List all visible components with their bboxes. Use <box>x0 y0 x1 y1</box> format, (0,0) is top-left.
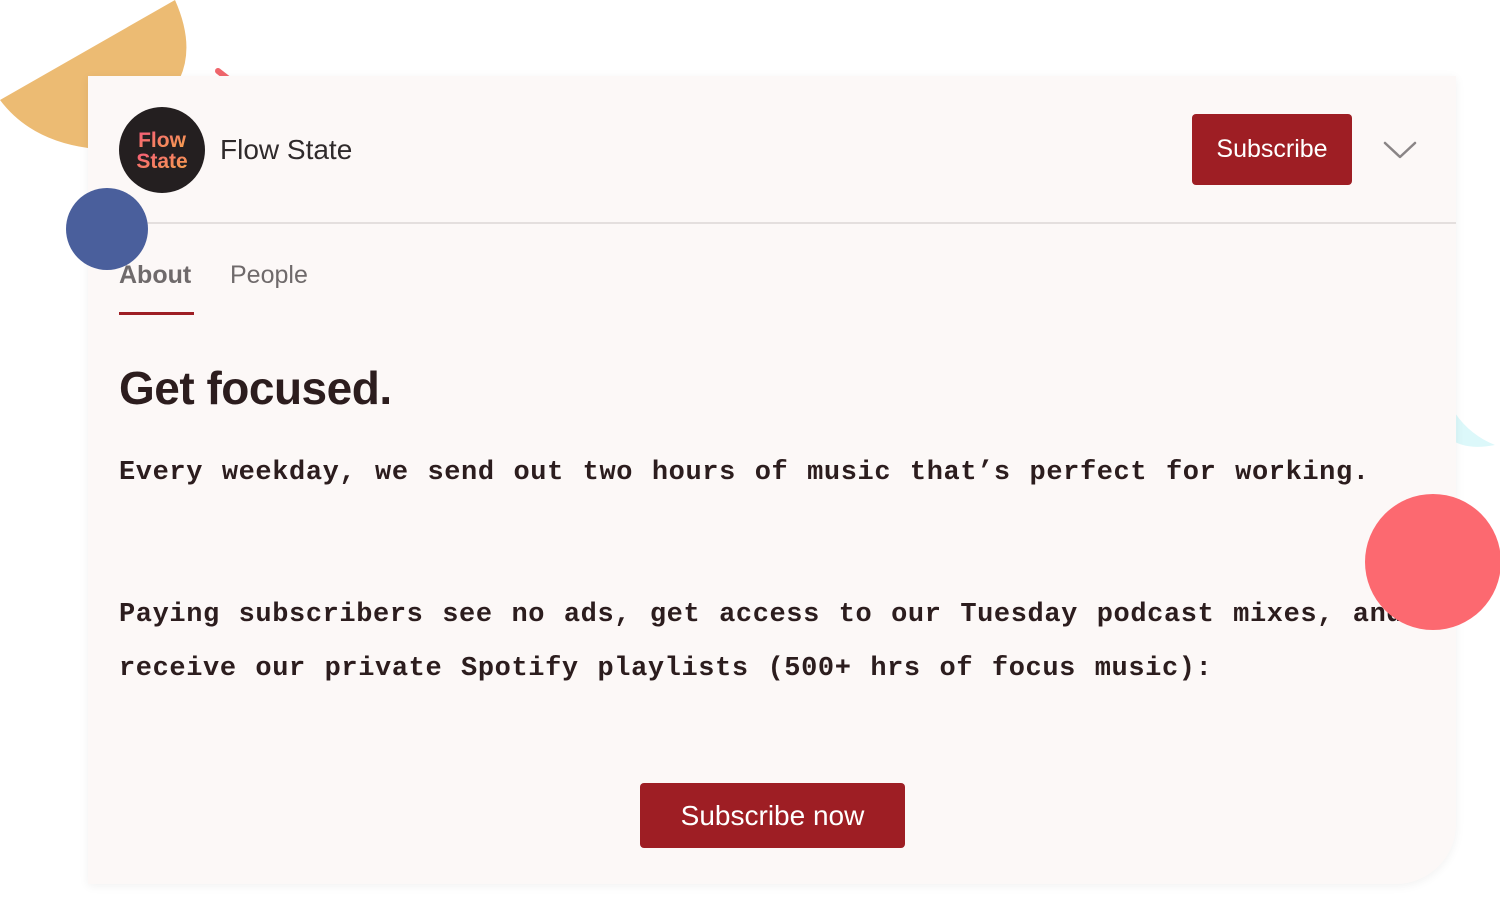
publication-logo[interactable]: Flow State <box>119 107 205 193</box>
about-card: Flow State Flow State Subscribe About Pe… <box>88 76 1456 884</box>
publication-name[interactable]: Flow State <box>220 134 352 166</box>
active-tab-indicator <box>119 312 194 315</box>
page-headline: Get focused. <box>119 362 392 414</box>
description-paragraph-1: Every weekday, we send out two hours of … <box>119 458 1370 488</box>
chevron-down-icon[interactable] <box>1382 138 1418 162</box>
red-circle-decoration <box>1365 494 1500 630</box>
tab-people[interactable]: People <box>230 261 308 290</box>
subscribe-button[interactable]: Subscribe <box>1192 114 1352 185</box>
publication-header: Flow State Flow State Subscribe <box>88 76 1456 224</box>
subscribe-now-button[interactable]: Subscribe now <box>640 783 905 848</box>
tab-about[interactable]: About <box>119 261 191 290</box>
logo-text-line1: Flow <box>138 129 186 152</box>
description-paragraph-2: Paying subscribers see no ads, get acces… <box>119 600 1404 684</box>
blue-circle-decoration <box>66 188 148 270</box>
logo-text-line2: State <box>136 150 187 173</box>
flow-state-logo-icon: Flow State <box>136 129 187 173</box>
